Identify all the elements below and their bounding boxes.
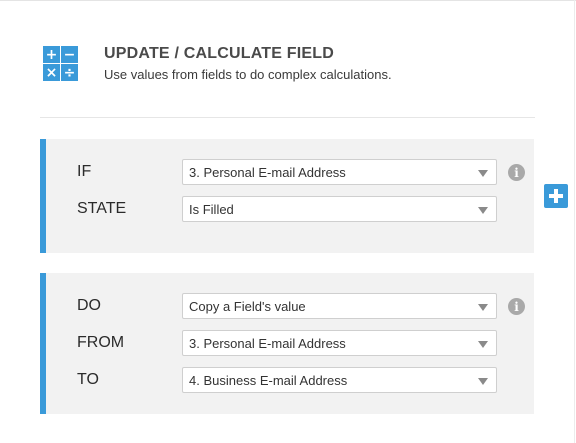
chevron-down-icon [478, 341, 488, 348]
state-value: Is Filled [189, 202, 234, 217]
do-action-select[interactable]: Copy a Field's value [182, 293, 497, 319]
chevron-down-icon [478, 304, 488, 311]
state-label: STATE [77, 200, 127, 217]
if-field-value: 3. Personal E-mail Address [189, 165, 346, 180]
multiply-symbol: × [43, 64, 60, 81]
right-border [574, 0, 575, 443]
do-action-value: Copy a Field's value [189, 299, 306, 314]
divider [40, 117, 535, 118]
chevron-down-icon [478, 207, 488, 214]
page-title: UPDATE / CALCULATE FIELD [104, 45, 334, 62]
add-condition-button[interactable] [544, 184, 568, 208]
info-icon[interactable]: i [508, 298, 525, 315]
condition-panel: IF 3. Personal E-mail Address i STATE Is… [40, 139, 534, 253]
info-icon[interactable]: i [508, 164, 525, 181]
chevron-down-icon [478, 378, 488, 385]
if-field-select[interactable]: 3. Personal E-mail Address [182, 159, 497, 185]
if-label: IF [77, 163, 92, 180]
minus-symbol: − [61, 46, 78, 63]
plus-symbol: + [43, 46, 60, 63]
top-border [0, 0, 576, 1]
to-field-select[interactable]: 4. Business E-mail Address [182, 367, 497, 393]
from-field-value: 3. Personal E-mail Address [189, 336, 346, 351]
from-label: FROM [77, 334, 125, 351]
to-label: TO [77, 371, 99, 388]
divide-symbol: ÷ [61, 64, 78, 81]
plus-icon [549, 189, 563, 203]
calculator-icon: + − × ÷ [43, 46, 78, 81]
to-field-value: 4. Business E-mail Address [189, 373, 348, 388]
chevron-down-icon [478, 170, 488, 177]
do-label: DO [77, 297, 101, 314]
page-subtitle: Use values from fields to do complex cal… [104, 67, 392, 82]
from-field-select[interactable]: 3. Personal E-mail Address [182, 330, 497, 356]
state-select[interactable]: Is Filled [182, 196, 497, 222]
action-panel: DO Copy a Field's value i FROM 3. Person… [40, 273, 534, 414]
